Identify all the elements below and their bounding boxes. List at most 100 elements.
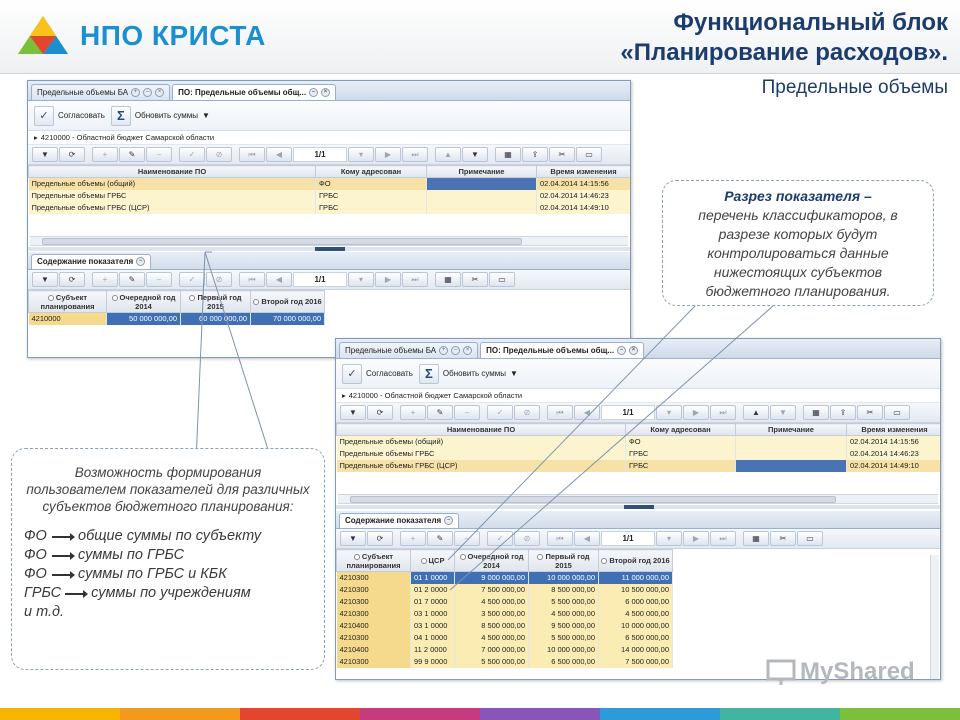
tab-minimize-icon[interactable]: –	[617, 346, 627, 355]
tab-add-icon[interactable]: +	[439, 346, 449, 355]
refresh-sums-button[interactable]: Σ Обновить суммы ▼	[418, 363, 518, 384]
approve-button[interactable]: ✓ Согласовать	[342, 363, 413, 384]
tools-button[interactable]: ✂	[857, 405, 883, 420]
table-row[interactable]: 4210300 03 1 0000 3 500 000,00 4 500 000,00…	[336, 607, 673, 620]
column-header[interactable]: Субъект планирования	[28, 290, 107, 313]
confirm-button[interactable]: ✓	[487, 531, 513, 546]
add-row-button[interactable]: +	[92, 272, 118, 287]
edit-pencil-button[interactable]: ✎	[427, 531, 453, 546]
move-down-button[interactable]: ▼	[770, 405, 796, 420]
column-header[interactable]: Очередной год 2014	[106, 290, 181, 313]
table-row[interactable]: 4210300 99 9 0000 5 500 000,00 6 500 000,00…	[336, 655, 673, 668]
tab-limit-volumes-general[interactable]: ПО: Предельные объемы общ... – ×	[480, 342, 645, 358]
refresh-button[interactable]: ⟳	[367, 405, 393, 420]
column-header[interactable]: Время изменения	[846, 423, 940, 436]
tab-limit-volumes-general[interactable]: ПО: Предельные объемы общ... – ×	[172, 84, 337, 100]
first-page-button[interactable]: ⏮	[547, 405, 573, 420]
page-dropdown-button[interactable]: ▾	[348, 272, 374, 287]
vertical-scrollbar[interactable]	[930, 555, 939, 679]
table-row[interactable]: 4210300 01 7 0000 4 500 000,00 5 500 000,00…	[336, 595, 673, 608]
prev-page-button[interactable]: ◀	[574, 531, 600, 546]
last-page-button[interactable]: ⏭	[710, 405, 736, 420]
comment-button[interactable]: ▭	[489, 272, 515, 287]
table-row[interactable]: 4210300 01 2 0000 7 500 000,00 8 500 000,00…	[336, 583, 673, 596]
add-row-button[interactable]: +	[400, 531, 426, 546]
column-header[interactable]: Второй год 2016	[598, 549, 673, 572]
delete-row-button[interactable]: –	[454, 405, 480, 420]
tab-minimize-icon[interactable]: –	[143, 88, 153, 97]
add-row-button[interactable]: +	[400, 405, 426, 420]
confirm-button[interactable]: ✓	[179, 147, 205, 162]
column-header[interactable]: Очередной год 2014	[454, 549, 529, 572]
edit-pencil-button[interactable]: ✎	[119, 147, 145, 162]
last-page-button[interactable]: ⏭	[402, 147, 428, 162]
table-row[interactable]: Предельные объемы ГРБС ГРБС 02.04.2014 1…	[28, 189, 630, 202]
table-row[interactable]: 4210000 50 000 000,00 60 000 000,00 70 0…	[28, 312, 325, 325]
table-row[interactable]: Предельные объемы ГРБС (ЦСР) ГРБС 02.04.…	[336, 459, 940, 472]
tab-limit-volumes-ba[interactable]: Предельные объемы БА + – ×	[339, 342, 479, 358]
first-page-button[interactable]: ⏮	[239, 147, 265, 162]
edit-pencil-button[interactable]: ✎	[427, 405, 453, 420]
column-header[interactable]: ЦСР	[410, 549, 455, 572]
panel-splitter[interactable]	[336, 505, 940, 509]
next-page-button[interactable]: ▶	[375, 147, 401, 162]
dropdown-arrow-icon[interactable]: ▼	[202, 111, 210, 120]
import-button[interactable]: ⇪	[522, 147, 548, 162]
cancel-button[interactable]: ⊘	[514, 531, 540, 546]
prev-page-button[interactable]: ◀	[266, 272, 292, 287]
confirm-button[interactable]: ✓	[487, 405, 513, 420]
next-page-button[interactable]: ▶	[683, 405, 709, 420]
next-page-button[interactable]: ▶	[683, 531, 709, 546]
tab-indicator-content[interactable]: Содержание показателя –	[339, 513, 460, 528]
refresh-button[interactable]: ⟳	[367, 531, 393, 546]
move-up-button[interactable]: ▲	[743, 405, 769, 420]
column-header[interactable]: Примечание	[735, 423, 847, 436]
filter-button[interactable]: ▼	[32, 272, 58, 287]
column-header[interactable]: Время изменения	[536, 165, 630, 178]
table-row[interactable]: 4210400 11 2 0000 7 000 000,00 10 000 000,0…	[336, 643, 673, 656]
delete-row-button[interactable]: –	[146, 272, 172, 287]
import-button[interactable]: ⇪	[830, 405, 856, 420]
table-view-button[interactable]: ▦	[435, 272, 461, 287]
table-view-button[interactable]: ▦	[803, 405, 829, 420]
tab-minimize-icon[interactable]: –	[451, 346, 461, 355]
first-page-button[interactable]: ⏮	[547, 531, 573, 546]
tab-minimize-icon[interactable]: –	[444, 516, 454, 525]
column-header[interactable]: Наименование ПО	[336, 423, 626, 436]
tab-minimize-icon[interactable]: –	[136, 257, 146, 266]
move-down-button[interactable]: ▼	[462, 147, 488, 162]
column-header[interactable]: Кому адресован	[315, 165, 427, 178]
cancel-button[interactable]: ⊘	[206, 147, 232, 162]
tools-button[interactable]: ✂	[549, 147, 575, 162]
prev-page-button[interactable]: ◀	[266, 147, 292, 162]
cancel-button[interactable]: ⊘	[206, 272, 232, 287]
next-page-button[interactable]: ▶	[375, 272, 401, 287]
column-header[interactable]: Примечание	[426, 165, 537, 178]
dropdown-arrow-icon[interactable]: ▼	[510, 369, 518, 378]
page-dropdown-button[interactable]: ▾	[348, 147, 374, 162]
delete-row-button[interactable]: –	[454, 531, 480, 546]
first-page-button[interactable]: ⏮	[239, 272, 265, 287]
filter-button[interactable]: ▼	[32, 147, 58, 162]
cancel-button[interactable]: ⊘	[514, 405, 540, 420]
tab-close-icon[interactable]: ×	[463, 346, 473, 355]
approve-button[interactable]: ✓ Согласовать	[34, 105, 105, 126]
move-up-button[interactable]: ▲	[435, 147, 461, 162]
tab-minimize-icon[interactable]: –	[309, 88, 319, 97]
comment-button[interactable]: ▭	[884, 405, 910, 420]
column-header[interactable]: Субъект планирования	[336, 549, 411, 572]
table-row[interactable]: Предельные объемы ГРБС (ЦСР) ГРБС 02.04.…	[28, 201, 630, 214]
comment-button[interactable]: ▭	[797, 531, 823, 546]
column-header[interactable]: Кому адресован	[625, 423, 736, 436]
filter-button[interactable]: ▼	[340, 405, 366, 420]
column-header[interactable]: Первый год 2015	[528, 549, 599, 572]
horizontal-scrollbar[interactable]	[30, 236, 628, 246]
table-view-button[interactable]: ▦	[743, 531, 769, 546]
tab-indicator-content[interactable]: Содержание показателя –	[31, 254, 152, 269]
filter-button[interactable]: ▼	[340, 531, 366, 546]
last-page-button[interactable]: ⏭	[402, 272, 428, 287]
panel-splitter[interactable]	[28, 247, 630, 251]
triangle-right-icon[interactable]: ▸	[34, 133, 38, 142]
column-header[interactable]: Второй год 2016	[250, 290, 325, 313]
triangle-right-icon[interactable]: ▸	[342, 391, 346, 400]
